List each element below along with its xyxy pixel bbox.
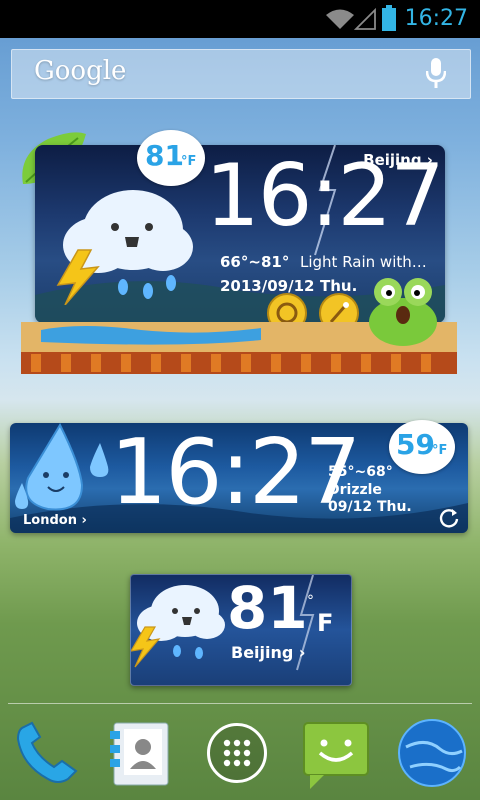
wifi-icon [326,9,354,29]
theme-button[interactable] [319,293,359,323]
frog-icon [369,278,437,346]
temperature-range: 55°~68° [328,464,393,480]
date: 2013/09/12 [220,277,315,295]
temperature-range: 66°~81° [220,253,290,271]
badge-unit: °F [181,154,197,169]
raindrop-icon [15,423,109,511]
weather-widget-small[interactable]: 81 ° F Beijing › [130,574,352,686]
app-drawer-button[interactable] [207,723,267,783]
refresh-button[interactable] [267,293,307,323]
messaging-icon[interactable] [302,721,370,789]
rain-cloud-icon [131,585,225,668]
refresh-icon[interactable] [438,507,460,529]
status-clock: 16:27 [404,6,468,31]
phone-icon[interactable] [14,721,80,787]
clock-time[interactable]: 16:27 [205,153,445,239]
status-bar: 16:27 [0,0,480,38]
signal-icon [354,7,376,30]
dock [0,705,480,800]
temperature: 81 [227,574,308,642]
google-logo: Google [34,56,127,86]
battery-icon [382,5,396,31]
clock-time[interactable]: 16:27 [110,423,361,522]
weather-condition: Light Rain with… [300,253,427,271]
temperature-badge: 81 °F [137,130,205,186]
weather-condition: Drizzle [328,482,382,498]
refresh-icon [276,302,298,323]
temperature-unit: F [317,609,334,637]
badge-temperature: 59 [396,428,435,461]
degree-symbol: ° [307,593,314,609]
contacts-icon[interactable] [108,721,174,787]
dock-divider [8,703,472,704]
temperature-badge: 59 °F [389,420,455,474]
badge-unit: °F [432,443,448,458]
browser-icon[interactable] [396,717,468,789]
microphone-icon[interactable] [426,58,446,90]
google-search-bar[interactable]: Google [11,49,471,99]
city-link[interactable]: Beijing › [231,643,306,662]
rain-cloud-icon [56,190,193,305]
magic-wand-icon [329,302,349,323]
app-drawer-icon [223,739,251,767]
city-link[interactable]: London › [23,513,87,528]
badge-temperature: 81 [145,139,184,172]
date: 09/12 Thu. [328,499,412,515]
